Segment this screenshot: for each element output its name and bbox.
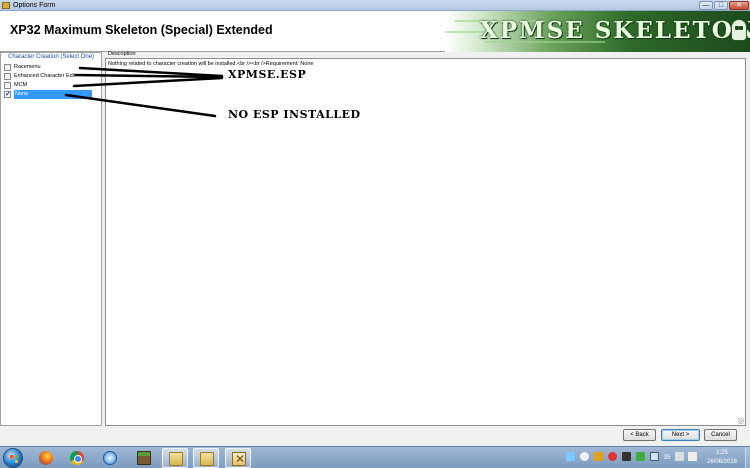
taskbar-minecraft[interactable] [131, 448, 157, 468]
tray-app-icon[interactable] [580, 452, 589, 461]
description-text: Nothing related to character creation wi… [108, 61, 314, 67]
start-button[interactable] [3, 448, 23, 468]
xpmse-banner: XPMSE SKELETON [445, 11, 750, 52]
tray-app-icon[interactable] [608, 452, 617, 461]
option-label: None [14, 90, 92, 99]
option-label: MCM [14, 82, 28, 88]
annotation-xpmse-esp: XPMSE.ESP [228, 68, 307, 81]
clock-date: 26/06/2018 [706, 459, 738, 465]
character-creation-group: Character Creation (Select One) Racemenu… [0, 52, 102, 426]
tray-number: 35 [663, 455, 671, 461]
resize-grip-icon [738, 418, 744, 424]
firefox-icon [39, 451, 53, 465]
taskbar-folder-2[interactable] [193, 448, 219, 468]
option-label: Racemenu [14, 64, 41, 70]
description-label: Description [108, 51, 136, 57]
annotation-no-esp: NO ESP INSTALLED [228, 108, 361, 121]
options-form-icon [232, 452, 246, 466]
taskbar-options-form[interactable] [225, 448, 251, 468]
group-title: Character Creation (Select One) [8, 54, 95, 60]
banner-logo-text: XPMSE SKELETON [480, 17, 750, 44]
tray-app-icon[interactable] [566, 452, 575, 461]
next-button[interactable]: Next > [661, 429, 700, 441]
back-button[interactable]: < Back [623, 429, 656, 441]
taskbar-folder-1[interactable] [162, 448, 188, 468]
volume-icon[interactable] [688, 452, 697, 461]
app-icon [2, 2, 10, 9]
description-box[interactable]: Nothing related to character creation wi… [105, 58, 746, 426]
checkbox[interactable] [4, 64, 11, 71]
tray-app-icon[interactable] [650, 452, 659, 461]
title-bar[interactable]: Options Form — □ ✕ [0, 0, 750, 11]
taskbar: 35 1:25 26/06/2018 [0, 446, 750, 468]
option-racemenu[interactable]: Racemenu [3, 63, 99, 72]
minimize-button[interactable]: — [699, 1, 713, 10]
folder-icon [200, 452, 214, 466]
taskbar-chrome[interactable] [64, 448, 90, 468]
vuze-icon [103, 451, 117, 465]
checkbox-checked[interactable]: ✓ [4, 91, 11, 98]
folder-icon [169, 452, 183, 466]
option-enhanced-character-edit[interactable]: Enhanced Character Edit [3, 72, 99, 81]
show-desktop-button[interactable] [745, 447, 750, 468]
clock-time: 1:25 [716, 450, 728, 456]
clock[interactable]: 1:25 26/06/2018 [700, 449, 744, 467]
tray-app-icon[interactable] [636, 452, 645, 461]
chrome-icon [70, 451, 84, 465]
mod-title: XP32 Maximum Skeleton (Special) Extended [10, 23, 273, 37]
maximize-button[interactable]: □ [714, 1, 728, 10]
options-form-window: Options Form — □ ✕ XP32 Maximum Skeleton… [0, 0, 750, 468]
minecraft-icon [137, 451, 151, 465]
option-none[interactable]: ✓ None [3, 90, 99, 99]
wizard-header: XP32 Maximum Skeleton (Special) Extended… [0, 11, 750, 52]
checkbox[interactable] [4, 73, 11, 80]
close-button[interactable]: ✕ [729, 1, 749, 10]
network-icon[interactable] [675, 452, 684, 461]
checkbox[interactable] [4, 82, 11, 89]
taskbar-vuze[interactable] [97, 448, 123, 468]
cancel-button[interactable]: Cancel [704, 429, 737, 441]
tray-app-icon[interactable] [594, 452, 603, 461]
window-title: Options Form [13, 2, 56, 9]
windows-logo-icon [10, 455, 18, 463]
tray-app-icon[interactable] [622, 452, 631, 461]
option-mcm[interactable]: MCM [3, 81, 99, 90]
option-label: Enhanced Character Edit [14, 73, 76, 79]
taskbar-firefox[interactable] [33, 448, 59, 468]
skull-icon [731, 19, 747, 41]
